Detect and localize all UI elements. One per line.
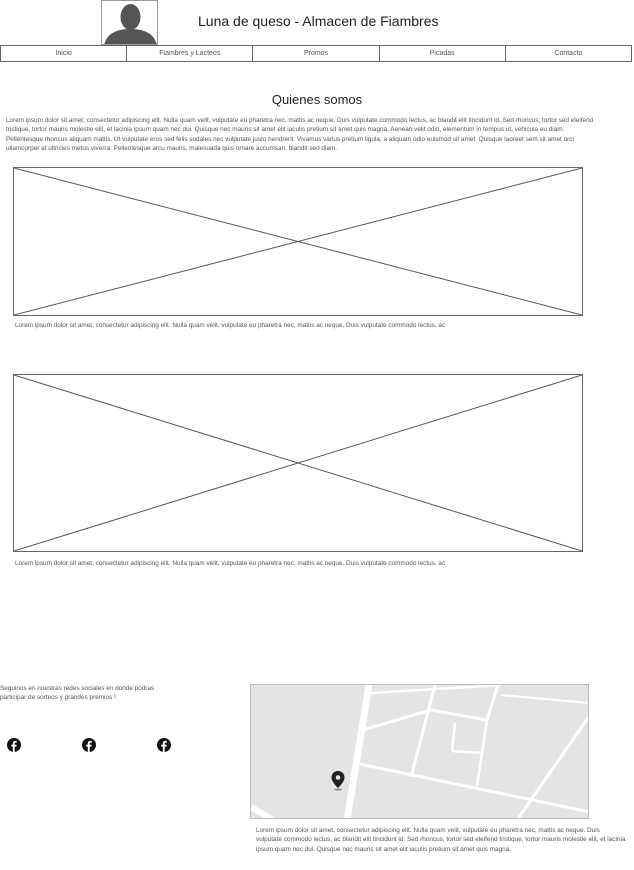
- location-map[interactable]: [250, 684, 589, 819]
- facebook-icon[interactable]: [157, 738, 171, 752]
- logo-avatar[interactable]: [101, 0, 158, 45]
- site-title: Luna de queso - Almacen de Fiambres: [198, 13, 439, 29]
- social-text: Seguinos en nuestras redes sociales en d…: [0, 685, 155, 702]
- image-placeholder-icon: [14, 168, 582, 315]
- section-title: Quienes somos: [271, 92, 363, 107]
- map-streets: [251, 685, 588, 818]
- nav-item-contacto[interactable]: Contacto: [505, 45, 633, 62]
- nav-item-promos[interactable]: Promos: [253, 45, 380, 62]
- image-caption: Lorem ipsum dolor sit amet, consectetur …: [15, 322, 446, 329]
- nav-item-fiambres-y-lacteos[interactable]: Fiambres y Lacteos: [127, 45, 254, 62]
- image-placeholder-icon: [14, 375, 582, 551]
- image-placeholder: [13, 167, 583, 316]
- facebook-icon[interactable]: [7, 738, 21, 752]
- image-caption: Lorem ipsum dolor sit amet, consectetur …: [15, 560, 446, 567]
- user-silhouette-icon: [104, 4, 157, 44]
- facebook-icon[interactable]: [82, 738, 96, 752]
- nav-item-picadas[interactable]: Picadas: [379, 45, 506, 62]
- main-nav: Inicio Fiambres y Lacteos Promos Picadas…: [0, 45, 633, 62]
- map-description: Lorem ipsum dolor sit amet, consectetur …: [256, 827, 626, 853]
- intro-paragraph: Lorem ipsum dolor sit amet, consectetur …: [6, 117, 594, 152]
- image-placeholder: [13, 374, 583, 552]
- map-pin-icon[interactable]: [331, 771, 345, 791]
- nav-item-inicio[interactable]: Inicio: [0, 45, 128, 62]
